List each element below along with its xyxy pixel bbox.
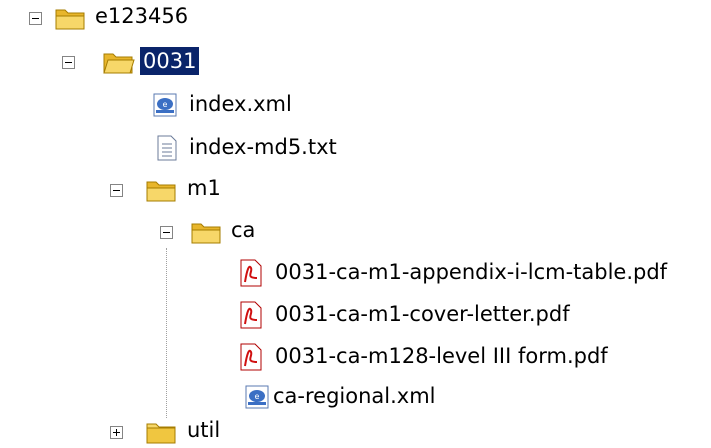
collapse-toggle[interactable] — [160, 226, 173, 239]
folder-open-icon — [55, 9, 85, 30]
collapse-toggle[interactable] — [29, 12, 42, 25]
tree-node-label: index-md5.txt — [189, 135, 337, 159]
collapse-toggle[interactable] — [62, 56, 75, 69]
folder-open-icon — [146, 181, 176, 202]
tree-node-index-md5[interactable]: index-md5.txt — [0, 132, 360, 164]
tree-node-index-xml[interactable]: e index.xml — [0, 89, 320, 121]
tree-node-label: util — [187, 418, 221, 442]
text-file-icon — [157, 135, 177, 161]
folder-open-icon — [103, 53, 135, 74]
pdf-file-icon — [240, 343, 262, 371]
tree-node-label: 0031-ca-m1-cover-letter.pdf — [275, 302, 570, 326]
tree-node-pdf-level-iii-form[interactable]: 0031-ca-m128-level III form.pdf — [0, 341, 680, 373]
tree-node-pdf-appendix[interactable]: 0031-ca-m1-appendix-i-lcm-table.pdf — [0, 257, 711, 289]
expand-toggle[interactable] — [110, 426, 123, 439]
xml-file-icon: e — [153, 93, 177, 117]
pdf-file-icon — [240, 259, 262, 287]
xml-file-icon: e — [245, 385, 269, 409]
tree-node-e123456[interactable]: e123456 — [0, 2, 300, 34]
tree-node-label: m1 — [187, 176, 221, 200]
folder-tree: e123456 0031 e index.xml index-md5.txt m… — [0, 0, 711, 445]
tree-node-ca-regional[interactable]: e ca-regional.xml — [0, 381, 440, 413]
tree-node-label: 0031 — [140, 47, 200, 75]
tree-node-ca[interactable]: ca — [0, 216, 280, 248]
tree-node-label: ca-regional.xml — [273, 384, 436, 408]
folder-closed-icon — [146, 423, 176, 444]
tree-node-label: index.xml — [189, 92, 292, 116]
tree-node-m1[interactable]: m1 — [0, 174, 260, 206]
svg-text:e: e — [255, 392, 260, 401]
tree-node-label: 0031-ca-m1-appendix-i-lcm-table.pdf — [275, 260, 668, 284]
tree-node-label: e123456 — [95, 4, 189, 28]
svg-text:e: e — [163, 100, 168, 109]
tree-node-util[interactable]: util — [0, 416, 260, 448]
collapse-toggle[interactable] — [110, 184, 123, 197]
tree-node-pdf-cover-letter[interactable]: 0031-ca-m1-cover-letter.pdf — [0, 299, 640, 331]
folder-open-icon — [191, 223, 221, 244]
tree-node-label: 0031-ca-m128-level III form.pdf — [275, 344, 608, 368]
pdf-file-icon — [240, 301, 262, 329]
tree-node-label: ca — [231, 218, 256, 242]
tree-node-0031[interactable]: 0031 — [0, 46, 300, 78]
